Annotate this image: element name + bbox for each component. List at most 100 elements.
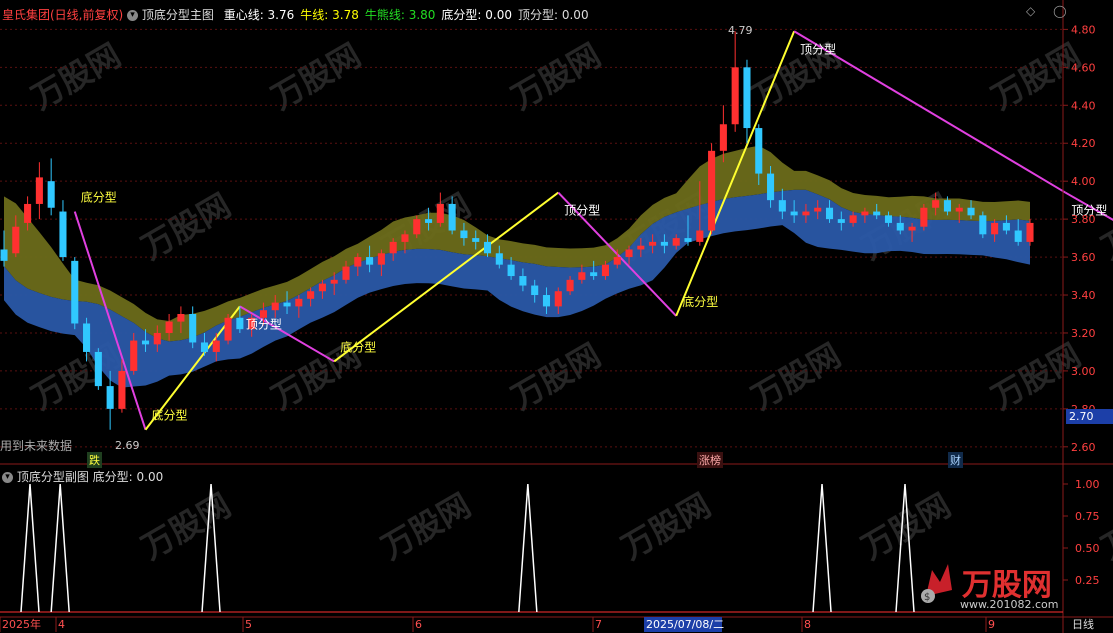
candle-body	[94, 351, 102, 387]
time-label: 2025年	[2, 617, 41, 631]
indicator-toggle-icon[interactable]: ▾	[127, 10, 139, 21]
candle-body	[118, 370, 126, 409]
candle-body	[932, 200, 940, 208]
candle-body	[35, 177, 43, 204]
sub-indicator-name[interactable]: 顶底分型副图	[17, 470, 89, 484]
bottom-fractal-label: 底分型	[152, 408, 188, 423]
current-price-box: 2.70	[1066, 409, 1113, 424]
top-fractal-label: 顶分型	[564, 204, 600, 218]
event-tag-finance[interactable]: 财	[948, 452, 963, 468]
cloud-bands	[4, 145, 1030, 388]
candle-body	[625, 249, 633, 258]
candle-body	[177, 314, 185, 322]
candle-body	[802, 211, 810, 216]
high-price-marker: 4.79	[728, 24, 753, 37]
candle-body	[967, 207, 975, 216]
candle-body	[460, 230, 468, 239]
event-tag-fall[interactable]: 跌	[87, 452, 102, 468]
price-tick-label: 2.60	[1071, 441, 1096, 454]
candle-body	[578, 272, 586, 280]
candle-body	[12, 226, 20, 254]
candle-body	[684, 238, 692, 242]
candle-body	[531, 285, 539, 296]
candle-body	[884, 215, 893, 223]
candle-body	[212, 340, 220, 352]
indicator-name[interactable]: 顶底分型主图	[142, 8, 214, 22]
low-price-marker: 2.69	[115, 439, 140, 452]
sub-toggle-icon[interactable]: ▾	[2, 472, 13, 483]
time-label: 8	[804, 618, 811, 631]
candle-body	[236, 317, 244, 330]
diamond-icon[interactable]: ◇	[1026, 4, 1035, 18]
price-tick-label: 4.40	[1071, 99, 1096, 112]
candle-body	[366, 257, 374, 265]
svg-text:$: $	[924, 592, 930, 603]
candle-body	[224, 317, 232, 341]
candle-body	[295, 298, 303, 307]
stock-name[interactable]: 皇氏集团(日线,前复权)	[2, 8, 123, 22]
candle-body	[401, 234, 409, 242]
watermark-tile: 万股网	[1095, 186, 1113, 267]
logo-icon: $	[918, 560, 958, 604]
price-tick-label: 3.00	[1071, 365, 1096, 378]
time-label: 5	[245, 618, 252, 631]
candle-body	[554, 291, 562, 307]
candle-body	[991, 222, 999, 235]
event-tag-list[interactable]: 涨榜	[697, 452, 723, 468]
candle-body	[979, 215, 987, 235]
candle-body	[1002, 222, 1010, 231]
sub-tick-label: 0.75	[1075, 510, 1100, 523]
time-label: 6	[415, 618, 422, 631]
header-item-3: 底分型: 0.00	[441, 8, 512, 22]
price-tick-label: 4.20	[1071, 137, 1096, 150]
candle-body	[0, 249, 8, 261]
price-tick-label: 4.00	[1071, 175, 1096, 188]
candle-body	[519, 276, 527, 286]
main-header: 皇氏集团(日线,前复权) ▾ 顶底分型主图 重心线: 3.76 牛线: 3.78 牛…	[2, 6, 589, 23]
signal-spike	[50, 483, 70, 613]
candle-body	[1026, 222, 1034, 242]
price-tick-label: 4.60	[1071, 61, 1096, 74]
candle-body	[425, 219, 433, 223]
bottom-fractal-label: 底分型	[682, 294, 718, 309]
candle-body	[955, 207, 963, 212]
candle-body	[330, 279, 338, 284]
candle-body	[637, 245, 645, 250]
top-fractal-label: 顶分型	[800, 42, 836, 56]
candle-body	[943, 200, 951, 212]
candle-body	[837, 219, 845, 223]
header-item-1: 牛线: 3.78	[300, 8, 359, 22]
candle-body	[354, 257, 362, 267]
bottom-fractal-label: 底分型	[81, 190, 117, 205]
candle-body	[861, 211, 869, 216]
candle-body	[542, 295, 551, 307]
candle-body	[307, 291, 315, 299]
sub-value: 0.00	[136, 470, 164, 484]
panel-controls: ◇ ◯	[1026, 4, 1067, 18]
candle-body	[507, 264, 515, 277]
watermark-logo: $ 万股网 www.201082.com	[918, 560, 1058, 611]
price-tick-label: 3.80	[1071, 213, 1096, 226]
candle-body	[106, 386, 114, 409]
header-item-0: 重心线: 3.76	[223, 8, 295, 22]
bottom-fractal-label: 底分型	[340, 339, 376, 354]
candle-body	[200, 342, 209, 352]
candle-body	[59, 211, 67, 258]
candle-body	[130, 340, 138, 371]
time-label: 7	[595, 618, 602, 631]
signal-spike	[518, 483, 538, 613]
candle-body	[896, 222, 904, 231]
candle-body	[377, 253, 385, 265]
candle-body	[153, 332, 161, 345]
watermark-tile: 万股网	[505, 336, 607, 417]
candle-body	[649, 241, 657, 246]
candle-body	[566, 279, 574, 292]
period-label[interactable]: 日线	[1072, 616, 1094, 632]
candle-body	[436, 203, 444, 223]
circle-settings-icon[interactable]: ◯	[1053, 4, 1066, 18]
candle-body	[141, 340, 150, 345]
candle-body	[1014, 230, 1022, 242]
candle-body	[590, 272, 598, 277]
candle-body	[448, 203, 456, 231]
candle-body	[47, 181, 55, 208]
